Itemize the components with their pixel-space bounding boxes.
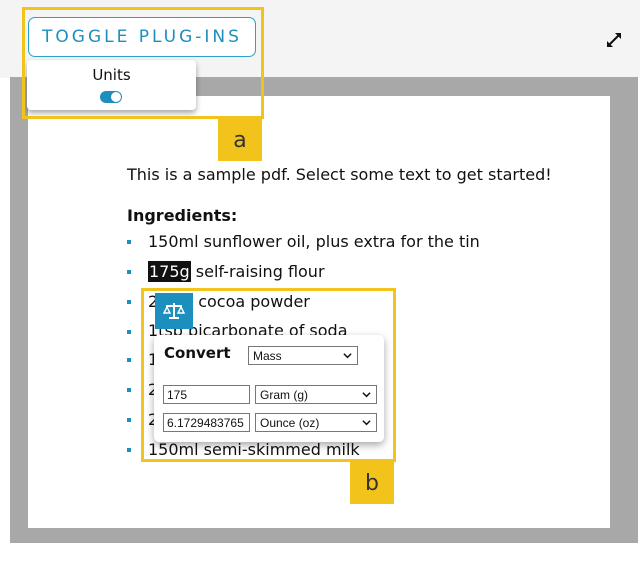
scale-icon[interactable] <box>155 293 193 329</box>
list-item: 175g self-raising flour <box>148 261 325 282</box>
from-value-input[interactable]: 175 <box>163 385 250 404</box>
expand-icon[interactable] <box>604 30 624 50</box>
selected-text[interactable]: 175g <box>148 261 191 282</box>
annotation-b-tag: b <box>350 462 394 504</box>
ingredients-heading: Ingredients: <box>127 206 238 225</box>
intro-text: This is a sample pdf. Select some text t… <box>127 165 552 184</box>
bullet <box>127 330 131 334</box>
list-item: 150ml sunflower oil, plus extra for the … <box>148 232 480 251</box>
convert-popup: Convert Mass 175 Gram (g) 6.1729483765 O… <box>154 335 384 442</box>
bullet <box>127 270 131 274</box>
chevron-down-icon <box>362 420 371 426</box>
caption-area <box>0 548 640 576</box>
to-value-input[interactable]: 6.1729483765 <box>163 413 250 432</box>
bullet <box>127 448 131 452</box>
bullet <box>127 358 131 362</box>
annotation-a-box <box>22 7 264 119</box>
from-unit-select[interactable]: Gram (g) <box>255 385 377 404</box>
chevron-down-icon <box>343 353 352 359</box>
bullet <box>127 418 131 422</box>
convert-title: Convert <box>164 344 231 362</box>
scale-icon-glyph <box>163 303 185 319</box>
bullet <box>127 240 131 244</box>
annotation-a-tag: a <box>218 119 262 161</box>
category-select[interactable]: Mass <box>248 346 358 365</box>
bullet <box>127 388 131 392</box>
to-unit-select[interactable]: Ounce (oz) <box>255 413 377 432</box>
bullet <box>127 300 131 304</box>
chevron-down-icon <box>362 392 371 398</box>
